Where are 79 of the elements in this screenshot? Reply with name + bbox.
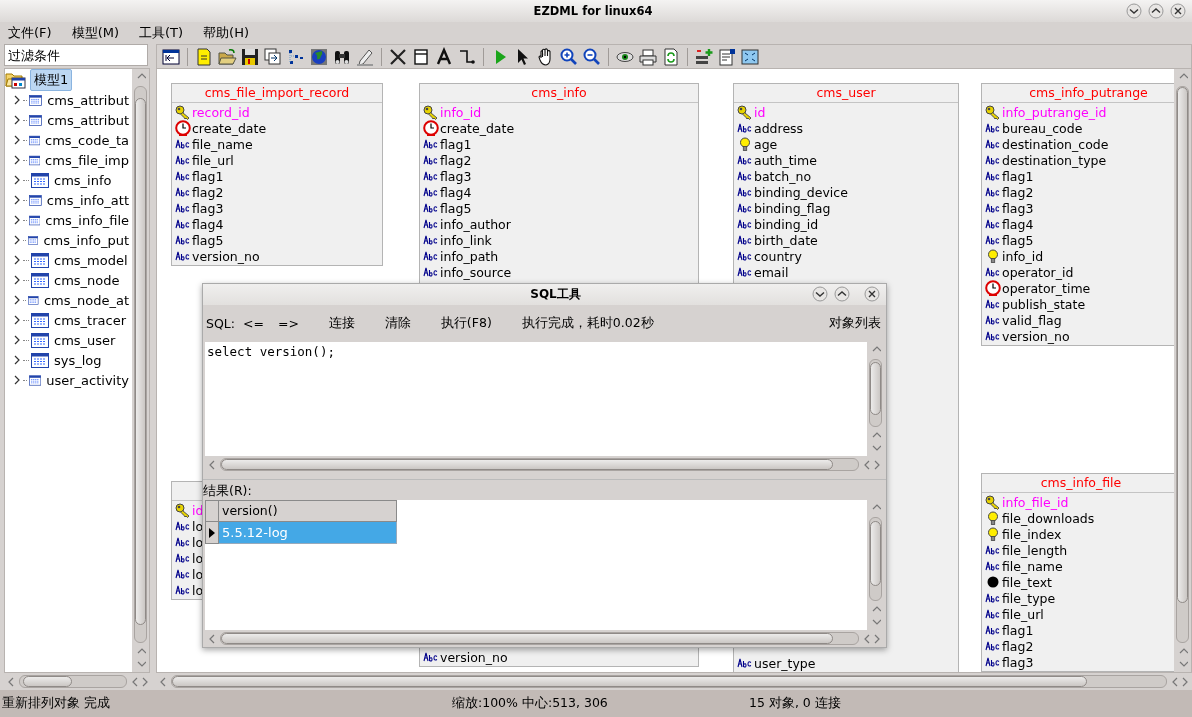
field-name: flag3 [1002, 654, 1034, 670]
field-name: file_downloads [1002, 510, 1095, 526]
field-name: country [754, 248, 802, 264]
field-name: operator_time [1002, 280, 1091, 296]
field-name: info_path [440, 248, 499, 264]
field-name: file_index [1002, 526, 1062, 542]
field-name: file_length [1002, 542, 1068, 558]
field-name: bureau_code [1002, 120, 1083, 136]
field-name: flag1 [440, 136, 472, 152]
field-name: info_link [440, 232, 492, 248]
field-name: info_author [440, 216, 511, 232]
field-name: flag5 [192, 232, 224, 248]
entity-title: cms_file_import_record [203, 85, 351, 100]
field-name: user_type [754, 655, 816, 671]
status-text: 15 对象, 0 连接 [749, 695, 841, 712]
field-name: email [754, 264, 789, 280]
field-name: info_source [440, 264, 512, 280]
field-name: flag2 [192, 184, 224, 200]
field-name: record_id [192, 104, 250, 120]
field-name: info_id [1002, 248, 1044, 264]
field-name: flag3 [1002, 200, 1034, 216]
field-name: file_text [1002, 574, 1052, 590]
field-name: flag1 [1002, 622, 1034, 638]
status-message: 执行完成，耗时0.02秒 [521, 314, 655, 332]
field-name: id [192, 502, 204, 518]
field-name: file_url [1002, 606, 1044, 622]
field-name: version_no [1002, 328, 1070, 344]
field-name: info_putrange_id [1002, 104, 1107, 120]
field-name: file_url [192, 152, 234, 168]
entity-title: cms_info [530, 85, 588, 100]
field-name: batch_no [754, 168, 812, 184]
field-name: flag4 [1002, 216, 1034, 232]
field-name: flag2 [440, 152, 472, 168]
field-name: version_no [192, 248, 260, 264]
field-name: id [754, 104, 766, 120]
field-name: publish_state [1002, 296, 1086, 312]
field-name: auth_time [754, 152, 817, 168]
window-title: EZDML for linux64 [532, 4, 654, 18]
sql-label: SQL: [206, 315, 235, 331]
field-name: flag1 [1002, 168, 1034, 184]
field-name: flag5 [1002, 232, 1034, 248]
field-name: file_name [1002, 558, 1063, 574]
entity-title: cms_info_file [1039, 475, 1123, 490]
status-text: 重新排列对象 完成 [1, 695, 111, 712]
field-name: file_type [1002, 590, 1056, 606]
field-name: binding_id [754, 216, 819, 232]
status-text: 缩放:100% 中心:513, 306 [452, 695, 609, 712]
field-name: flag2 [1002, 184, 1034, 200]
field-name: flag4 [440, 184, 472, 200]
field-name: lo [192, 534, 204, 550]
field-name: flag1 [192, 168, 224, 184]
field-name: binding_flag [754, 200, 831, 216]
field-name: version_no [440, 649, 508, 665]
field-name: lo [192, 566, 204, 582]
field-name: operator_id [1002, 264, 1074, 280]
field-name: create_date [192, 120, 267, 136]
field-name: file_name [192, 136, 253, 152]
field-name: flag2 [1002, 638, 1034, 654]
field-name: flag4 [192, 216, 224, 232]
entity-title: cms_info_putrange [1028, 85, 1149, 100]
entity-title: cms_user [815, 85, 877, 100]
field-name: lo [192, 550, 204, 566]
field-name: birth_date [754, 232, 818, 248]
field-name: binding_device [754, 184, 848, 200]
dialog-title: SQL工具 [529, 285, 582, 303]
field-name: lo [192, 518, 204, 534]
field-name: address [754, 120, 804, 136]
field-name: create_date [440, 120, 515, 136]
field-name: valid_flag [1002, 312, 1062, 328]
field-name: lo [192, 582, 204, 598]
results-label: 结果(R): [203, 482, 253, 501]
field-name: flag3 [440, 168, 472, 184]
field-name: info_file_id [1002, 494, 1069, 510]
field-name: flag5 [440, 200, 472, 216]
field-name: destination_type [1002, 152, 1107, 168]
field-name: destination_code [1002, 136, 1109, 152]
field-name: info_id [440, 104, 482, 120]
field-name: flag3 [192, 200, 224, 216]
field-name: age [754, 136, 778, 152]
